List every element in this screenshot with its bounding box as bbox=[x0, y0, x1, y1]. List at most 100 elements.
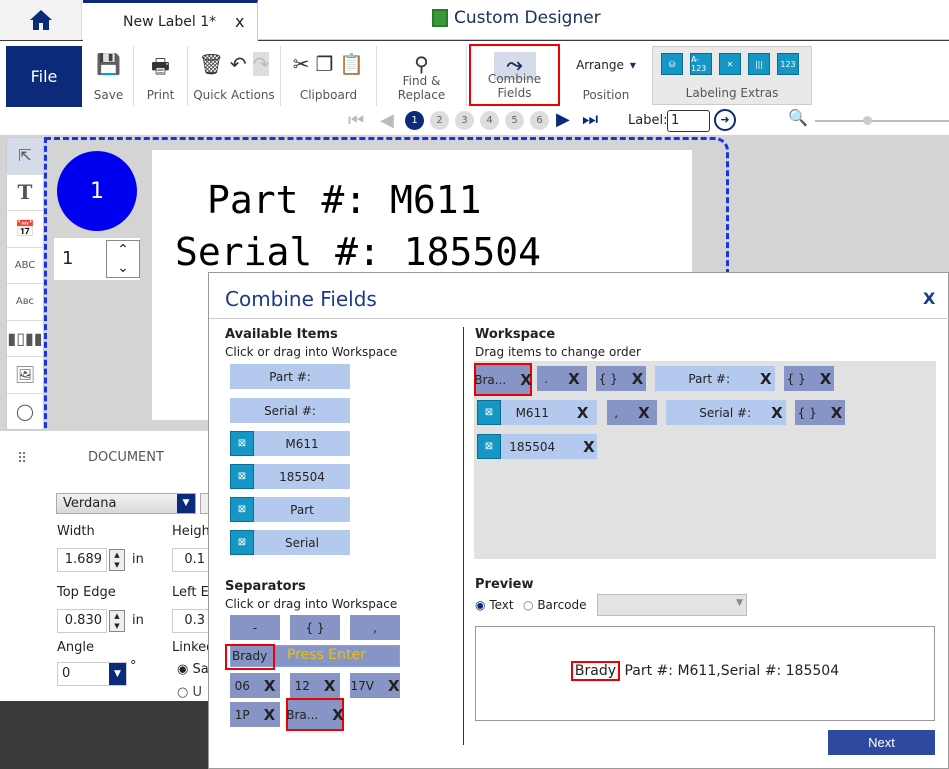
dialog-close-button[interactable]: X bbox=[923, 289, 935, 308]
font-dropdown[interactable]: Verdana ▼ bbox=[56, 493, 196, 514]
remove-button[interactable]: X bbox=[520, 371, 532, 389]
first-page-button[interactable]: ⏮ bbox=[348, 110, 364, 131]
label-line-part[interactable]: Part #: M611 bbox=[207, 178, 482, 222]
redo-icon[interactable]: ↷ bbox=[252, 52, 270, 76]
remove-button[interactable]: X bbox=[332, 706, 344, 724]
remove-button[interactable]: X bbox=[264, 706, 276, 724]
custom-separator[interactable]: Bra... X bbox=[286, 698, 344, 731]
available-item[interactable]: ⊠ Part bbox=[230, 497, 350, 522]
linked-radio-unique[interactable]: ○ U bbox=[177, 685, 202, 700]
tab-new-label[interactable]: New Label 1* x bbox=[83, 0, 258, 41]
barcode-link-icon[interactable]: ✕ bbox=[719, 53, 741, 75]
page-2[interactable]: 2 bbox=[430, 111, 449, 130]
height-input[interactable]: 0.1 bbox=[172, 548, 210, 572]
custom-separator[interactable]: 1P X bbox=[230, 702, 280, 727]
workspace-area[interactable]: Bra... X .X { } X Part #: X { } X ⊠ M611 X ,X … bbox=[474, 361, 936, 559]
workspace-item[interactable]: .X bbox=[537, 366, 587, 391]
remove-button[interactable]: X bbox=[577, 404, 589, 422]
tab-close-button[interactable]: x bbox=[235, 12, 244, 31]
available-item[interactable]: Part #: bbox=[230, 364, 350, 389]
barcode-tool-icon[interactable]: ▮▯▮▮ bbox=[7, 321, 43, 357]
shape-tool-icon[interactable]: ◯ bbox=[7, 394, 43, 431]
home-button[interactable] bbox=[0, 0, 82, 40]
custom-separator-input[interactable]: Brady Press Enter bbox=[225, 644, 400, 670]
remove-button[interactable]: X bbox=[638, 404, 650, 422]
copy-icon[interactable]: ❐ bbox=[315, 52, 333, 76]
zoom-slider[interactable] bbox=[815, 116, 949, 125]
available-item[interactable]: ⊠ Serial bbox=[230, 530, 350, 555]
remove-button[interactable]: X bbox=[324, 677, 336, 695]
custom-separator[interactable]: 12 X bbox=[290, 673, 340, 698]
workspace-item[interactable]: Part #: X bbox=[655, 366, 775, 391]
prev-page-button[interactable]: ◀ bbox=[380, 110, 394, 131]
text-tool-icon[interactable]: T bbox=[7, 175, 43, 211]
next-page-button[interactable]: ▶ bbox=[556, 109, 570, 130]
label-number-input[interactable]: 1 bbox=[667, 110, 710, 132]
remove-button[interactable]: X bbox=[831, 404, 843, 422]
drag-handle-icon[interactable]: ⠿ bbox=[17, 451, 27, 467]
remove-button[interactable]: X bbox=[632, 370, 644, 388]
workspace-item[interactable]: ⊠ M611 X bbox=[477, 400, 597, 425]
linked-radio-same[interactable]: ◉ Sa bbox=[177, 662, 209, 677]
workspace-item[interactable]: { } X bbox=[596, 366, 646, 391]
barcode-text-icon[interactable]: ||| bbox=[748, 53, 770, 75]
left-edge-input[interactable]: 0.3 bbox=[172, 609, 210, 633]
paste-icon[interactable]: 📋 bbox=[339, 52, 364, 76]
serial-a123-icon[interactable]: A-123 bbox=[690, 53, 712, 75]
arrange-dropdown[interactable]: Arrange bbox=[576, 58, 624, 72]
page-4[interactable]: 4 bbox=[480, 111, 499, 130]
workspace-item[interactable]: ,X bbox=[607, 400, 657, 425]
workspace-item[interactable]: { } X bbox=[795, 400, 845, 425]
top-edge-input[interactable]: 0.830 bbox=[57, 609, 107, 633]
remove-button[interactable]: X bbox=[583, 438, 595, 456]
width-spinner[interactable]: ▲ ▼ bbox=[109, 549, 125, 571]
numbering-icon[interactable]: 123 bbox=[777, 53, 799, 75]
width-input[interactable]: 1.689 bbox=[57, 548, 107, 572]
separator-item[interactable]: , bbox=[350, 615, 400, 640]
remove-button[interactable]: X bbox=[820, 370, 832, 388]
remove-button[interactable]: X bbox=[771, 404, 783, 422]
delete-icon[interactable]: 🗑 bbox=[199, 52, 224, 76]
angle-dropdown[interactable]: 0 ▼ bbox=[57, 662, 127, 686]
next-button[interactable]: Next bbox=[828, 730, 935, 755]
last-page-button[interactable]: ⏭ bbox=[582, 109, 598, 130]
remove-button[interactable]: X bbox=[264, 677, 276, 695]
combine-fields-button[interactable]: ⤳ Combine Fields bbox=[469, 44, 560, 106]
page-6[interactable]: 6 bbox=[530, 111, 549, 130]
save-button[interactable]: 💾 Save bbox=[84, 46, 134, 106]
date-tool-icon[interactable]: 📅 bbox=[7, 211, 43, 248]
print-button[interactable]: 🖶 Print bbox=[134, 46, 188, 106]
custom-separator[interactable]: 17V X bbox=[350, 673, 400, 698]
workspace-item[interactable]: { } X bbox=[784, 366, 834, 391]
preview-text-radio[interactable]: ◉ Text bbox=[475, 598, 514, 612]
select-tool-icon[interactable]: ⇱ bbox=[7, 138, 43, 175]
go-arrow-icon[interactable]: ➜ bbox=[714, 109, 736, 131]
remove-button[interactable]: X bbox=[388, 677, 400, 695]
available-item[interactable]: Serial #: bbox=[230, 398, 350, 423]
top-edge-spinner[interactable]: ▲ ▼ bbox=[109, 610, 125, 632]
remove-button[interactable]: X bbox=[760, 370, 772, 388]
separator-item[interactable]: { } bbox=[290, 615, 340, 640]
cut-icon[interactable]: ✂ bbox=[293, 52, 310, 76]
available-item[interactable]: ⊠ 185504 bbox=[230, 464, 350, 489]
page-1[interactable]: 1 bbox=[405, 111, 424, 130]
separator-item[interactable]: - bbox=[230, 615, 280, 640]
undo-icon[interactable]: ↶ bbox=[230, 52, 247, 76]
image-tool-icon[interactable]: 🖼 bbox=[7, 357, 43, 394]
quantity-up-down-icon[interactable]: ⌃ ⌄ bbox=[106, 240, 140, 278]
available-item[interactable]: ⊠ M611 bbox=[230, 431, 350, 456]
workspace-item[interactable]: ⊠ 185504 X bbox=[477, 434, 597, 459]
scaled-text-tool-icon[interactable]: Aʙᴄ bbox=[7, 284, 43, 321]
zoom-out-icon[interactable]: 🔍 bbox=[788, 108, 808, 127]
workspace-item[interactable]: Serial #: X bbox=[666, 400, 786, 425]
custom-separator[interactable]: 06 X bbox=[230, 673, 280, 698]
file-button[interactable]: File bbox=[6, 46, 82, 107]
preview-barcode-radio[interactable]: ○ Barcode bbox=[523, 598, 587, 612]
quantity-stepper[interactable]: 1 ⌃ ⌄ bbox=[54, 238, 140, 280]
page-3[interactable]: 3 bbox=[455, 111, 474, 130]
workspace-item[interactable]: Bra... X bbox=[474, 363, 532, 396]
remove-button[interactable]: X bbox=[568, 370, 580, 388]
barcode-type-dropdown[interactable]: ▼ bbox=[597, 594, 747, 616]
database-icon[interactable]: ⛁ bbox=[661, 53, 683, 75]
label-line-serial[interactable]: Serial #: 185504 bbox=[175, 230, 541, 274]
